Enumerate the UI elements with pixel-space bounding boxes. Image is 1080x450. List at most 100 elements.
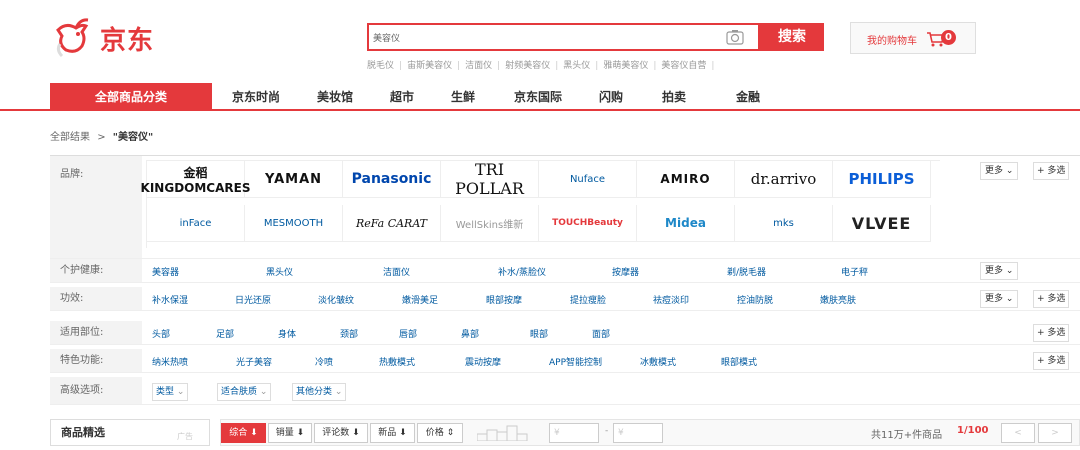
goods-select-tab[interactable]: 商品精选 广告 — [50, 419, 210, 446]
brand-logo-cell[interactable]: MESMOOTH — [245, 205, 343, 242]
camera-icon[interactable] — [726, 29, 744, 45]
hot-word-link[interactable]: 射频美容仪 — [505, 61, 550, 71]
cart-button[interactable]: 我的购物车 0 — [850, 22, 976, 54]
brand-name: Panasonic — [351, 171, 432, 187]
brand-logo-cell[interactable]: Panasonic — [343, 161, 441, 198]
effect-value[interactable]: 嫩肤亮肤 — [820, 293, 856, 306]
special-value[interactable]: APP智能控制 — [549, 355, 602, 368]
brand-logo-cell[interactable]: YAMAN — [245, 161, 343, 198]
nav-item-flash[interactable]: 闪购 — [599, 83, 623, 111]
nav-item-auction[interactable]: 拍卖 — [662, 83, 686, 111]
body-part-value[interactable]: 眼部 — [530, 327, 548, 340]
personal-care-more-button[interactable]: 更多 ⌄ — [980, 262, 1019, 280]
special-value[interactable]: 冰敷模式 — [640, 355, 676, 368]
advanced-type-dropdown[interactable]: 类型 ⌄ — [152, 383, 189, 401]
price-to-input[interactable]: ¥ — [613, 423, 663, 443]
nav-item-beauty[interactable]: 美妆馆 — [317, 83, 353, 111]
body-part-value[interactable]: 身体 — [278, 327, 296, 340]
brand-logo-cell[interactable]: mks — [735, 205, 833, 242]
personal-care-value[interactable]: 按摩器 — [612, 265, 639, 278]
brand-logo-cell[interactable]: 金稻 KINGDOMCARES — [141, 161, 250, 198]
body-part-value[interactable]: 足部 — [216, 327, 234, 340]
effect-multi-select-button[interactable]: + 多选 — [1033, 290, 1070, 308]
goods-select-label: 商品精选 — [61, 426, 105, 439]
body-part-value[interactable]: 面部 — [592, 327, 610, 340]
price-from-input[interactable]: ¥ — [549, 423, 599, 443]
hot-word-link[interactable]: 美容仪自营 — [661, 61, 706, 71]
breadcrumb-root[interactable]: 全部结果 — [50, 132, 90, 143]
brand-logo-cell[interactable]: ReFa CARAT — [343, 205, 441, 242]
brand-logo-cell[interactable]: TOUCHBeauty — [539, 205, 637, 242]
personal-care-value[interactable]: 电子秤 — [841, 265, 868, 278]
sort-new-button[interactable]: 新品 ⬇ — [370, 423, 415, 443]
special-multi-select-button[interactable]: + 多选 — [1033, 352, 1070, 370]
filter-label-brand: 品牌: — [50, 156, 142, 258]
brand-logo-cell[interactable]: TRI POLLAR — [441, 160, 539, 198]
brand-logo-cell[interactable]: WellSkins维新 — [441, 205, 539, 242]
nav-item-finance[interactable]: 金融 — [736, 83, 760, 111]
body-part-multi-select-button[interactable]: + 多选 — [1033, 324, 1070, 342]
body-part-value[interactable]: 鼻部 — [461, 327, 479, 340]
body-part-value[interactable]: 唇部 — [399, 327, 417, 340]
sort-price-button[interactable]: 价格 ⇕ — [417, 423, 463, 443]
brand-name: PHILIPS — [848, 170, 915, 188]
brand-logo-cell[interactable]: VLVEE — [833, 205, 931, 242]
effect-value[interactable]: 控油防脱 — [737, 293, 773, 306]
next-page-button[interactable]: > — [1038, 423, 1072, 443]
sort-comments-button[interactable]: 评论数 ⬇ — [314, 423, 368, 443]
personal-care-value[interactable]: 黑头仪 — [266, 265, 293, 278]
all-categories-button[interactable]: 全部商品分类 — [50, 83, 212, 111]
effect-value[interactable]: 补水保湿 — [152, 293, 188, 306]
brand-multi-select-button[interactable]: + 多选 — [1033, 162, 1070, 180]
special-value[interactable]: 光子美容 — [236, 355, 272, 368]
nav-item-fresh[interactable]: 生鲜 — [451, 83, 475, 111]
hot-word-link[interactable]: 脱毛仪 — [367, 61, 394, 71]
hot-word-separator: | — [595, 61, 599, 71]
effect-value[interactable]: 眼部按摩 — [486, 293, 522, 306]
hot-word-link[interactable]: 黑头仪 — [563, 61, 590, 71]
prev-page-button[interactable]: < — [1001, 423, 1035, 443]
personal-care-value[interactable]: 补水/蒸脸仪 — [498, 265, 546, 278]
jd-logo[interactable]: 京东 — [52, 16, 177, 58]
advanced-skin-dropdown[interactable]: 适合肤质 ⌄ — [217, 383, 272, 401]
hot-word-link[interactable]: 雅萌美容仪 — [603, 61, 648, 71]
filter-panel: 品牌: 金稻 KINGDOMCARES YAMAN Panasonic TRI POL… — [50, 155, 1080, 405]
effect-value[interactable]: 祛痘淡印 — [653, 293, 689, 306]
search-button[interactable]: 搜索 — [760, 23, 824, 51]
sort-sales-button[interactable]: 销量 ⬇ — [268, 423, 312, 443]
filter-row-advanced: 高级选项: 类型 ⌄ 适合肤质 ⌄ 其他分类 ⌄ — [50, 377, 1080, 405]
hot-word-link[interactable]: 洁面仪 — [465, 61, 492, 71]
breadcrumb-keyword: "美容仪" — [112, 132, 154, 143]
effect-value[interactable]: 嫩滑美足 — [402, 293, 438, 306]
brand-logo-cell[interactable]: AMIRO — [637, 161, 735, 198]
special-value[interactable]: 冷喷 — [315, 355, 333, 368]
effect-value[interactable]: 提拉瘦脸 — [570, 293, 606, 306]
search-input[interactable] — [373, 25, 713, 49]
effect-value[interactable]: 日光还原 — [235, 293, 271, 306]
personal-care-value[interactable]: 洁面仪 — [383, 265, 410, 278]
sort-default-button[interactable]: 综合 ⬇ — [221, 423, 266, 443]
special-value[interactable]: 热敷模式 — [379, 355, 415, 368]
brand-logo-cell[interactable]: Nuface — [539, 161, 637, 198]
nav-item-global[interactable]: 京东国际 — [514, 83, 562, 111]
personal-care-value[interactable]: 剃/脱毛器 — [727, 265, 766, 278]
brand-name: Nuface — [569, 173, 606, 185]
special-value[interactable]: 眼部模式 — [721, 355, 757, 368]
hot-word-link[interactable]: 宙斯美容仪 — [407, 61, 452, 71]
special-value[interactable]: 纳米热喷 — [152, 355, 188, 368]
advanced-other-dropdown[interactable]: 其他分类 ⌄ — [292, 383, 347, 401]
body-part-value[interactable]: 头部 — [152, 327, 170, 340]
brand-name: mks — [773, 217, 794, 229]
nav-item-fashion[interactable]: 京东时尚 — [232, 83, 280, 111]
brand-more-button[interactable]: 更多 ⌄ — [980, 162, 1019, 180]
body-part-value[interactable]: 颈部 — [340, 327, 358, 340]
effect-more-button[interactable]: 更多 ⌄ — [980, 290, 1019, 308]
brand-logo-cell[interactable]: Midea — [637, 205, 735, 242]
brand-logo-cell[interactable]: PHILIPS — [833, 161, 931, 198]
nav-item-supermarket[interactable]: 超市 — [390, 83, 414, 111]
special-value[interactable]: 震动按摩 — [465, 355, 501, 368]
personal-care-value[interactable]: 美容器 — [152, 265, 179, 278]
brand-logo-cell[interactable]: inFace — [147, 205, 245, 242]
effect-value[interactable]: 淡化皱纹 — [318, 293, 354, 306]
brand-logo-cell[interactable]: dr.arrivo — [735, 161, 833, 198]
